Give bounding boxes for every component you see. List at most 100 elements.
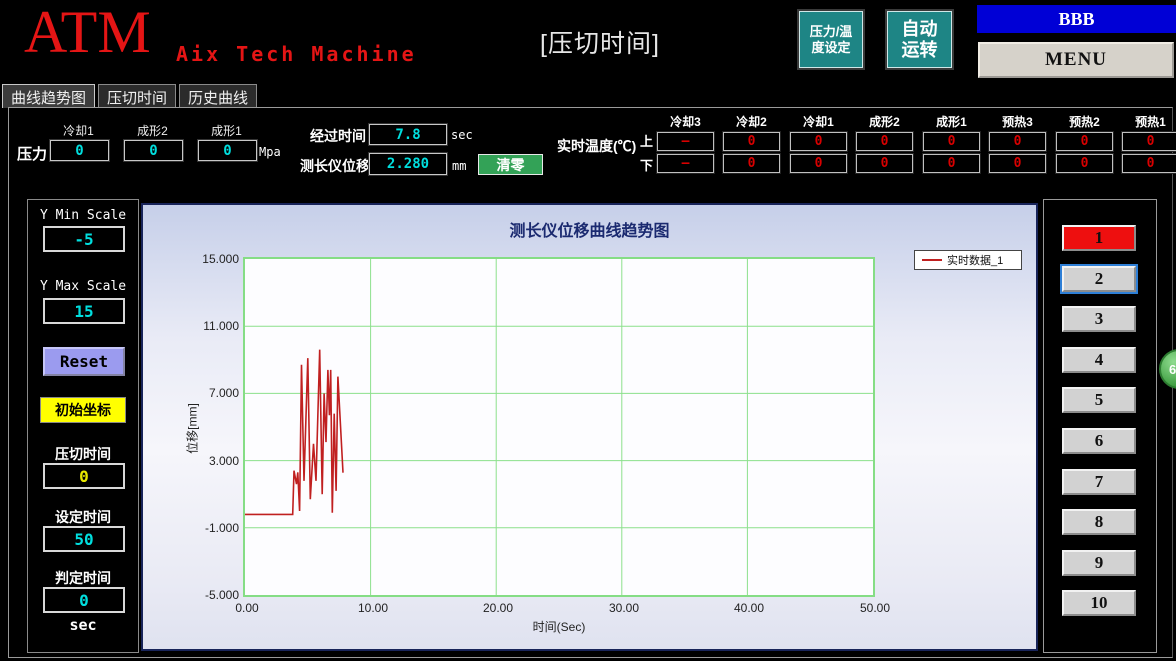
y-scale-panel: Y Min Scale -5 Y Max Scale 15 Reset 初始坐标…: [27, 199, 139, 653]
temp-upper-value: 0: [1122, 132, 1176, 151]
pressure-unit: Mpa: [259, 145, 281, 159]
temp-lower-value: 0: [1122, 154, 1176, 173]
y-tick: -5.000: [177, 588, 239, 602]
menu-button[interactable]: MENU: [978, 42, 1174, 78]
bbb-banner[interactable]: BBB: [977, 5, 1176, 33]
time-unit-label: sec: [28, 616, 138, 634]
y-max-scale-field[interactable]: 15: [43, 298, 125, 324]
temp-lower-value: 0: [1056, 154, 1113, 173]
temp-upper-value: 0: [790, 132, 847, 151]
grid-lines: [245, 259, 873, 595]
judge-time-label: 判定时间: [28, 568, 138, 588]
temp-column: 冷却1 0 0: [790, 113, 847, 173]
trend-line-svg: [245, 259, 873, 595]
chart-title: 测长仪位移曲线趋势图: [143, 217, 1036, 241]
channel-button[interactable]: 1: [1062, 225, 1136, 251]
displacement-label: 测长仪位移: [300, 156, 370, 176]
temp-column: 预热3 0 0: [989, 113, 1046, 173]
channel-button[interactable]: 10: [1062, 590, 1136, 616]
set-time-field[interactable]: 50: [43, 526, 125, 552]
x-axis-label: 时间(Sec): [459, 618, 659, 635]
x-tick: 10.00: [348, 601, 398, 615]
channel-button-panel: 1 2 3 4 5 6 7 8 9 10: [1043, 199, 1157, 653]
channel-button[interactable]: 3: [1062, 306, 1136, 332]
y-tick: -1.000: [177, 521, 239, 535]
temp-column-header: 预热3: [989, 113, 1046, 129]
channel-button[interactable]: 2: [1062, 266, 1136, 292]
reset-button[interactable]: Reset: [43, 347, 125, 376]
temp-column-header: 冷却1: [790, 113, 847, 129]
pressure-field-label: 成形1: [198, 122, 255, 139]
channel-button[interactable]: 9: [1062, 550, 1136, 576]
temp-lower-row-label: 下: [640, 155, 653, 174]
auto-run-button[interactable]: 自动 运转: [887, 11, 952, 68]
y-tick: 11.000: [177, 319, 239, 333]
elapsed-time-value: 7.8: [369, 124, 447, 145]
tab-trend-chart[interactable]: 曲线趋势图: [2, 84, 95, 108]
temp-upper-row-label: 上: [640, 131, 653, 150]
pressure-temp-settings-button[interactable]: 压力/温 度设定: [799, 11, 863, 68]
pressure-field-label: 冷却1: [50, 122, 107, 139]
pressure-value-forming2: 0: [124, 140, 183, 161]
temp-column: 冷却3 — —: [657, 113, 714, 173]
temp-upper-value: 0: [1056, 132, 1113, 151]
legend-series-label: 实时数据_1: [947, 252, 1003, 268]
x-tick: 50.00: [850, 601, 900, 615]
chart-legend: 实时数据_1: [914, 250, 1022, 270]
tab-bar: 曲线趋势图 压切时间 历史曲线: [2, 84, 257, 108]
plot-area: [243, 257, 875, 597]
x-tick: 20.00: [473, 601, 523, 615]
initial-coordinates-button[interactable]: 初始坐标: [40, 397, 126, 423]
clear-zero-button[interactable]: 清零: [478, 154, 543, 175]
y-min-scale-field[interactable]: -5: [43, 226, 125, 252]
app-logo: ATM: [24, 0, 151, 64]
temp-lower-value: 0: [923, 154, 980, 173]
temp-upper-value: 0: [856, 132, 913, 151]
temp-column-header: 成形2: [856, 113, 913, 129]
pressure-value-forming1: 0: [198, 140, 257, 161]
channel-button[interactable]: 7: [1062, 469, 1136, 495]
pressure-field-label: 成形2: [124, 122, 181, 139]
temp-upper-value: 0: [989, 132, 1046, 151]
tab-press-cut-time[interactable]: 压切时间: [98, 84, 176, 108]
x-tick: 30.00: [599, 601, 649, 615]
temp-lower-value: 0: [989, 154, 1046, 173]
temp-lower-value: 0: [790, 154, 847, 173]
x-tick: 40.00: [724, 601, 774, 615]
legend-line-swatch: [922, 259, 942, 261]
temp-lower-value: —: [657, 154, 714, 173]
temp-upper-value: —: [657, 132, 714, 151]
press-cut-time-label: 压切时间: [28, 444, 138, 464]
x-tick: 0.00: [222, 601, 272, 615]
temp-upper-value: 0: [923, 132, 980, 151]
temp-column-header: 成形1: [923, 113, 980, 129]
app-logo-subtitle: Aix Tech Machine: [176, 42, 417, 66]
displacement-unit: mm: [452, 159, 466, 173]
set-time-label: 设定时间: [28, 507, 138, 527]
channel-button[interactable]: 4: [1062, 347, 1136, 373]
realtime-temp-label: 实时温度(℃): [557, 136, 636, 156]
press-cut-time-value: 0: [43, 463, 125, 489]
pressure-label: 压力: [17, 143, 47, 164]
page-title: [压切时间]: [440, 24, 760, 60]
temp-column-header: 预热1: [1122, 113, 1176, 129]
y-max-scale-label: Y Max Scale: [28, 279, 138, 294]
tab-history-curve[interactable]: 历史曲线: [179, 84, 257, 108]
temp-column: 成形1 0 0: [923, 113, 980, 173]
temp-column: 成形2 0 0: [856, 113, 913, 173]
elapsed-time-unit: sec: [451, 128, 473, 142]
temp-column-header: 冷却3: [657, 113, 714, 129]
pressure-value-cooling1: 0: [50, 140, 109, 161]
temp-column: 冷却2 0 0: [723, 113, 780, 173]
y-tick: 15.000: [177, 252, 239, 266]
y-min-scale-label: Y Min Scale: [28, 208, 138, 223]
channel-button[interactable]: 6: [1062, 428, 1136, 454]
channel-button[interactable]: 8: [1062, 509, 1136, 535]
judge-time-value: 0: [43, 587, 125, 613]
temp-lower-value: 0: [723, 154, 780, 173]
channel-button[interactable]: 5: [1062, 387, 1136, 413]
temp-column-header: 冷却2: [723, 113, 780, 129]
temp-lower-value: 0: [856, 154, 913, 173]
temp-column-header: 预热2: [1056, 113, 1113, 129]
temp-upper-value: 0: [723, 132, 780, 151]
